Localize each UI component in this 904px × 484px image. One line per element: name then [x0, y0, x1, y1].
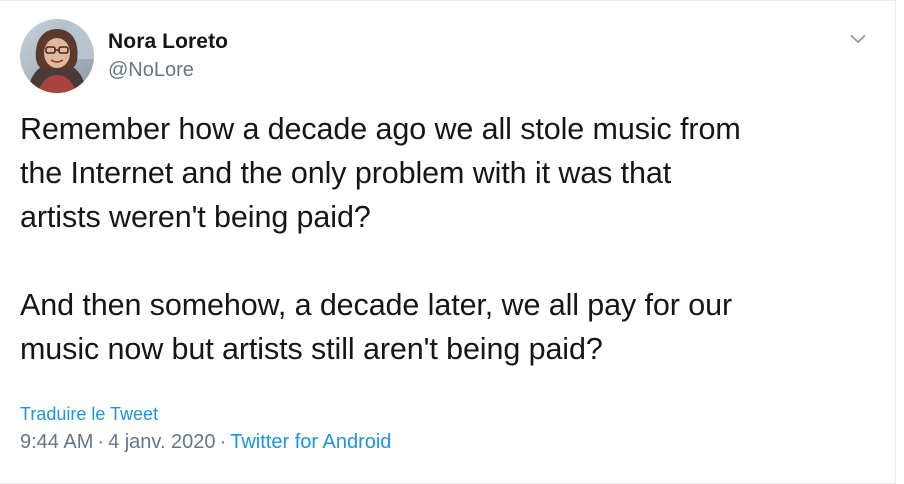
tweet-paragraph: Remember how a decade ago we all stole m…	[20, 112, 741, 234]
tweet-author[interactable]: Nora Loreto @NoLore	[108, 29, 228, 83]
chevron-down-icon	[850, 35, 866, 43]
author-handle[interactable]: @NoLore	[108, 57, 228, 83]
translate-tweet-link[interactable]: Traduire le Tweet	[20, 403, 158, 425]
tweet-time[interactable]: 9:44 AM	[20, 431, 93, 453]
tweet-metadata: 9:44 AM · 4 janv. 2020 · Twitter for Android	[20, 429, 391, 455]
separator-dot: ·	[219, 431, 227, 453]
tweet-date[interactable]: 4 janv. 2020	[108, 431, 216, 453]
tweet-source-link[interactable]: Twitter for Android	[230, 431, 391, 453]
tweet-text: Remember how a decade ago we all stole m…	[20, 107, 880, 371]
separator-dot: ·	[97, 431, 105, 453]
author-display-name[interactable]: Nora Loreto	[108, 29, 228, 55]
tweet-paragraph: And then somehow, a decade later, we all…	[20, 288, 732, 366]
tweet-menu-button[interactable]	[846, 27, 870, 51]
tweet-card: Nora Loreto @NoLore Remember how a decad…	[0, 0, 896, 484]
avatar[interactable]	[20, 19, 94, 93]
profile-photo-avatar	[20, 19, 94, 93]
